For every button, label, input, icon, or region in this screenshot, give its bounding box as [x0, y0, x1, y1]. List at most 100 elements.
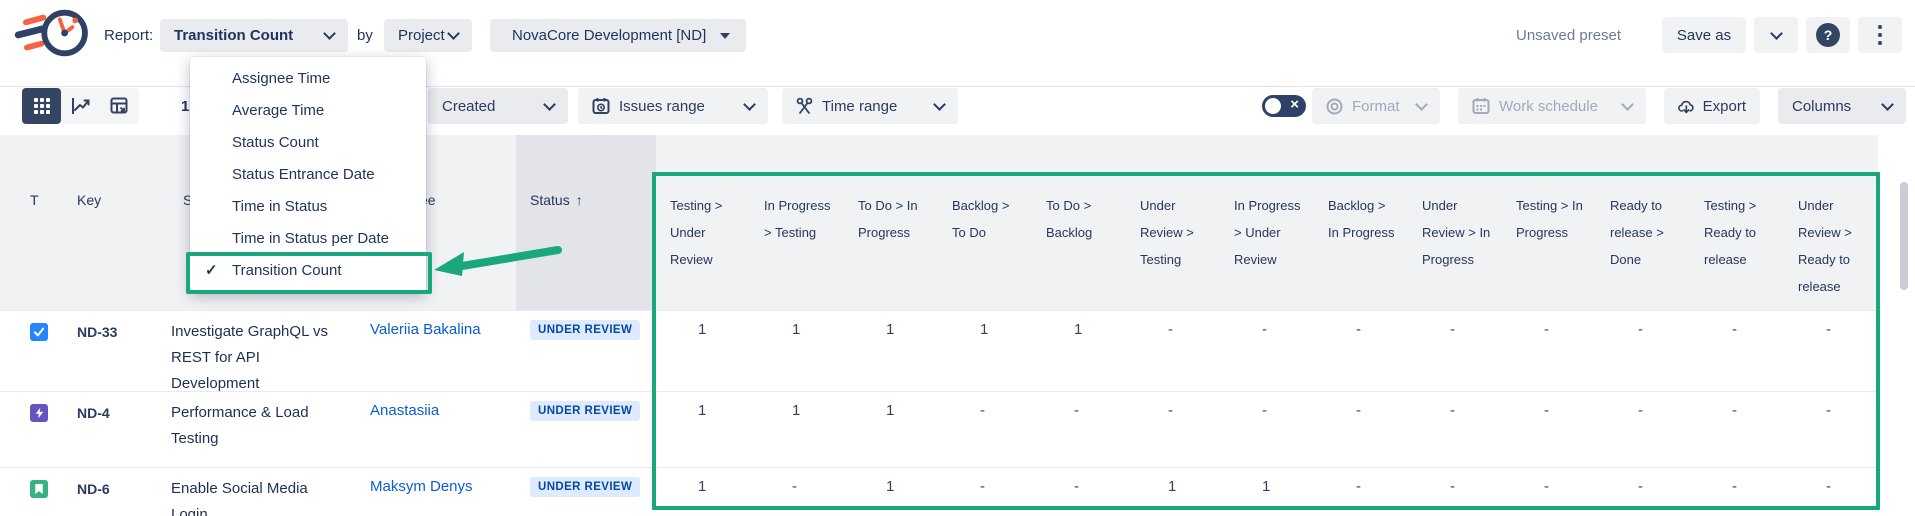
column-header-label: Key: [77, 192, 101, 208]
transition-count-cell: -: [1314, 468, 1408, 516]
status-cell: UNDER REVIEW: [516, 311, 656, 391]
transition-count-cell: 1: [1032, 311, 1126, 391]
help-button[interactable]: ?: [1806, 17, 1850, 53]
issue-key-cell: ND-6: [65, 468, 150, 516]
table-view-button[interactable]: [22, 88, 61, 124]
transition-count-cell: -: [1690, 311, 1784, 391]
cloud-download-icon: [1678, 98, 1695, 115]
transition-count-cell: 1: [750, 392, 844, 467]
transition-column-header[interactable]: Backlog > To Do: [938, 135, 1032, 310]
transition-column-header[interactable]: Testing > Ready to release: [1690, 135, 1784, 310]
transition-count-cell: -: [1314, 392, 1408, 467]
transition-column-header[interactable]: In Progress > Under Review: [1220, 135, 1314, 310]
transition-column-header[interactable]: To Do > Backlog: [1032, 135, 1126, 310]
work-schedule-button[interactable]: Work schedule: [1458, 88, 1646, 124]
grid-view-icon: [33, 97, 51, 115]
transition-column-header[interactable]: In Progress > Testing: [750, 135, 844, 310]
transition-column-header[interactable]: Backlog > In Progress: [1314, 135, 1408, 310]
report-menu-item-label: Status Count: [232, 134, 319, 151]
transition-count-cell: -: [1784, 311, 1878, 391]
transition-count-cell: -: [1408, 468, 1502, 516]
assignee-link[interactable]: Anastasiia: [370, 402, 439, 419]
check-icon: ✓: [205, 255, 218, 287]
save-as-dropdown-button[interactable]: [1754, 17, 1798, 53]
column-header-label: Status: [530, 192, 570, 208]
transition-column-header[interactable]: Under Review > Ready to release: [1784, 135, 1878, 310]
transition-count-cell: -: [1690, 468, 1784, 516]
app-window: Report: Transition Count by Project Nova…: [0, 0, 1915, 516]
report-menu-item[interactable]: Time in Status per Date: [190, 223, 426, 255]
status-badge: UNDER REVIEW: [530, 401, 640, 421]
report-menu-item[interactable]: Time in Status: [190, 191, 426, 223]
chevron-down-icon: [1881, 98, 1894, 111]
toggle-x-icon: ×: [1290, 96, 1299, 113]
issues-range-button[interactable]: Issues range: [578, 88, 768, 124]
time-range-button[interactable]: Time range: [782, 88, 958, 124]
assignee-link[interactable]: Maksym Denys: [370, 478, 473, 495]
epic-issue-icon: [30, 404, 48, 422]
report-menu-item[interactable]: Average Time: [190, 95, 426, 127]
table-body: ND-33Investigate GraphQL vs REST for API…: [0, 310, 1915, 516]
transition-count-cell: -: [938, 392, 1032, 467]
vertical-scrollbar[interactable]: [1900, 182, 1908, 290]
issue-summary-cell: Performance & Load Testing: [150, 392, 360, 467]
format-label: Format: [1352, 98, 1408, 115]
transition-count-cell: -: [1784, 468, 1878, 516]
date-field-value: Created: [442, 98, 536, 115]
column-header-t[interactable]: T: [0, 135, 65, 310]
transition-column-header[interactable]: Testing > In Progress: [1502, 135, 1596, 310]
chart-view-button[interactable]: [61, 88, 100, 124]
project-value: NovaCore Development [ND]: [512, 27, 720, 44]
chevron-down-icon: [1621, 98, 1634, 111]
transition-count-cell: 1: [1126, 468, 1220, 516]
transition-column-header[interactable]: Testing > Under Review: [656, 135, 750, 310]
group-by-select[interactable]: Project: [384, 19, 472, 52]
status-cell: UNDER REVIEW: [516, 468, 656, 516]
save-as-label: Save as: [1677, 27, 1731, 44]
issue-type-cell: [0, 392, 65, 467]
transition-column-header[interactable]: To Do > In Progress: [844, 135, 938, 310]
chevron-down-icon: [447, 27, 460, 40]
chevron-down-icon: [1415, 98, 1428, 111]
transition-count-cell: -: [1502, 392, 1596, 467]
transition-count-cell: -: [1314, 311, 1408, 391]
project-select[interactable]: NovaCore Development [ND]: [490, 19, 746, 52]
transition-count-cell: -: [1502, 311, 1596, 391]
assignee-link[interactable]: Valeriia Bakalina: [370, 321, 481, 338]
story-issue-icon: [30, 480, 48, 498]
status-badge: UNDER REVIEW: [530, 477, 640, 497]
column-header-key[interactable]: Key: [65, 135, 150, 310]
scissors-icon: [796, 97, 813, 115]
report-menu-item[interactable]: ✓ Transition Count: [190, 255, 426, 287]
transition-column-header[interactable]: Under Review > Testing: [1126, 135, 1220, 310]
report-menu-item[interactable]: Status Count: [190, 127, 426, 159]
transition-column-header[interactable]: Ready to release > Done: [1596, 135, 1690, 310]
sum-toggle[interactable]: ×: [1262, 95, 1306, 117]
report-menu-item[interactable]: Assignee Time: [190, 63, 426, 95]
issue-summary-cell: Enable Social Media Login: [150, 468, 360, 516]
report-menu-item[interactable]: Status Entrance Date: [190, 159, 426, 191]
transition-count-cell: -: [1220, 392, 1314, 467]
time-range-label: Time range: [822, 98, 926, 115]
transition-column-header[interactable]: Under Review > In Progress: [1408, 135, 1502, 310]
chevron-down-icon: [1770, 27, 1783, 40]
row-checkbox-checked[interactable]: [30, 323, 48, 341]
date-field-select[interactable]: Created: [428, 88, 568, 124]
more-options-button[interactable]: [1858, 17, 1902, 53]
report-menu-item-label: Time in Status per Date: [232, 230, 389, 247]
column-header-status[interactable]: Status↑: [516, 135, 656, 310]
chevron-down-icon: [933, 98, 946, 111]
export-label: Export: [1703, 98, 1746, 115]
report-type-menu: Assignee TimeAverage Time Status Count Sta…: [190, 57, 426, 293]
chevron-down-icon: [543, 98, 556, 111]
report-type-select[interactable]: Transition Count: [160, 19, 348, 52]
format-button[interactable]: Format: [1312, 88, 1440, 124]
pivot-view-button[interactable]: [100, 88, 139, 124]
columns-label: Columns: [1792, 98, 1874, 115]
kebab-icon: [1878, 25, 1882, 29]
columns-select[interactable]: Columns: [1778, 88, 1906, 124]
report-menu-item-label: Transition Count: [232, 262, 342, 279]
line-chart-icon: [71, 97, 91, 115]
save-as-button[interactable]: Save as: [1662, 17, 1746, 53]
export-button[interactable]: Export: [1664, 88, 1760, 124]
